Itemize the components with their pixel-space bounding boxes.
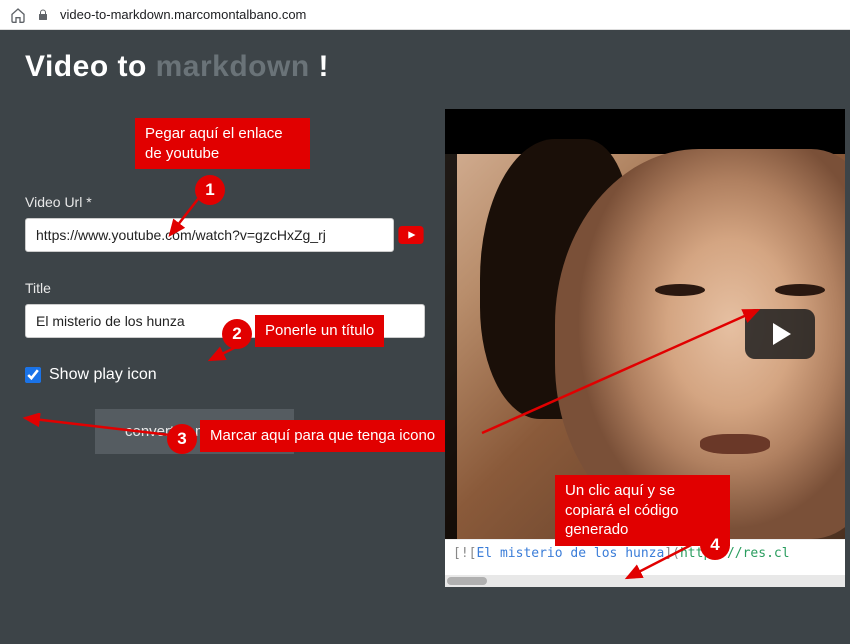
video-content-detail [655,284,705,296]
page-title: Video to markdown ! [25,50,825,84]
home-icon[interactable] [10,7,26,23]
play-triangle-icon [773,323,791,345]
title-label: Title [25,280,425,296]
play-icon[interactable] [745,309,815,359]
code-url: https://res.cl [680,546,790,561]
video-url-label: Video Url * [25,194,425,210]
annotation-2-badge: 2 [222,319,252,349]
scrollbar-thumb[interactable] [447,577,487,585]
form-column: Video Url * Title Show play icon convert… [25,109,425,587]
annotation-4-badge: 4 [700,530,730,560]
horizontal-scrollbar[interactable] [445,575,845,587]
code-title: El misterio de los hunza [476,546,664,561]
show-play-checkbox[interactable] [25,367,41,383]
annotation-1-badge: 1 [195,175,225,205]
video-letterbox [445,109,845,154]
title-prefix: Video to [25,50,156,83]
annotation-1-text: Pegar aquí el enlace de youtube [135,118,310,169]
video-content-detail [700,434,770,454]
code-mid: ]( [664,546,680,561]
annotation-2-text: Ponerle un título [255,315,384,347]
url-text[interactable]: video-to-markdown.marcomontalbano.com [60,7,306,22]
lock-icon [36,8,50,22]
annotation-3-text: Marcar aquí para que tenga icono [200,420,445,452]
youtube-icon [397,218,425,252]
annotation-3-badge: 3 [167,424,197,454]
video-url-input[interactable] [25,218,394,252]
title-suffix: ! [310,50,329,83]
title-highlight: markdown [156,50,310,83]
video-letterbox-left [445,109,457,539]
code-bracket: [![ [453,546,476,561]
app-container: Video to markdown ! Video Url * Title Sh… [0,30,850,644]
video-content-detail [775,284,825,296]
show-play-label: Show play icon [49,366,157,384]
browser-address-bar: video-to-markdown.marcomontalbano.com [0,0,850,30]
